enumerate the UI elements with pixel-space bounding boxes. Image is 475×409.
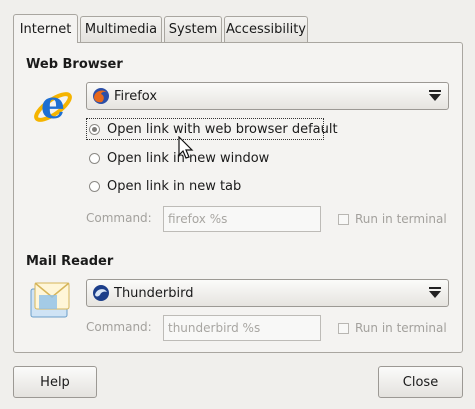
web-browser-heading: Web Browser: [26, 57, 123, 72]
checkbox[interactable]: [338, 322, 349, 334]
help-button[interactable]: Help: [13, 366, 97, 398]
web-command-label: Command:: [86, 211, 152, 225]
thunderbird-icon: [92, 284, 110, 302]
tab-system[interactable]: System: [164, 16, 222, 42]
mail-command-label: Command:: [86, 320, 152, 334]
web-command-field[interactable]: firefox %s: [163, 206, 321, 232]
mail-run-in-terminal[interactable]: Run in terminal: [338, 321, 447, 335]
web-browser-select[interactable]: Firefox: [86, 82, 449, 110]
radio-button[interactable]: [89, 123, 100, 135]
tab-accessibility-label: Accessibility: [226, 22, 306, 37]
mouse-pointer-icon: [178, 135, 194, 160]
close-button[interactable]: Close: [378, 366, 463, 398]
firefox-icon: [92, 87, 110, 105]
mail-reader-heading: Mail Reader: [26, 254, 114, 269]
tab-multimedia[interactable]: Multimedia: [80, 16, 162, 42]
internet-explorer-icon: e: [28, 80, 78, 130]
web-browser-value: Firefox: [114, 88, 158, 104]
radio-label-tab: Open link in new tab: [107, 178, 242, 194]
tab-accessibility[interactable]: Accessibility: [224, 16, 308, 42]
web-run-in-terminal[interactable]: Run in terminal: [338, 212, 447, 226]
tab-internet[interactable]: Internet: [13, 14, 78, 43]
mail-envelope-icon: [29, 279, 73, 321]
radio-default-browser[interactable]: Open link with web browser default: [89, 119, 338, 139]
radio-button[interactable]: [89, 180, 100, 192]
mail-reader-value: Thunderbird: [114, 285, 194, 301]
web-run-label: Run in terminal: [355, 212, 447, 226]
triangle-down-icon: [428, 90, 442, 102]
tab-internet-label: Internet: [19, 21, 72, 37]
mail-run-label: Run in terminal: [355, 321, 447, 335]
radio-label-default: Open link with web browser default: [107, 121, 338, 137]
radio-button[interactable]: [89, 152, 100, 164]
tab-system-label: System: [168, 22, 218, 37]
tab-multimedia-label: Multimedia: [84, 22, 158, 37]
radio-new-tab[interactable]: Open link in new tab: [89, 176, 241, 196]
checkbox[interactable]: [338, 213, 349, 225]
svg-text:e: e: [41, 82, 65, 127]
mail-command-field[interactable]: thunderbird %s: [163, 315, 321, 341]
mail-reader-select[interactable]: Thunderbird: [86, 279, 449, 307]
triangle-down-icon: [428, 287, 442, 299]
